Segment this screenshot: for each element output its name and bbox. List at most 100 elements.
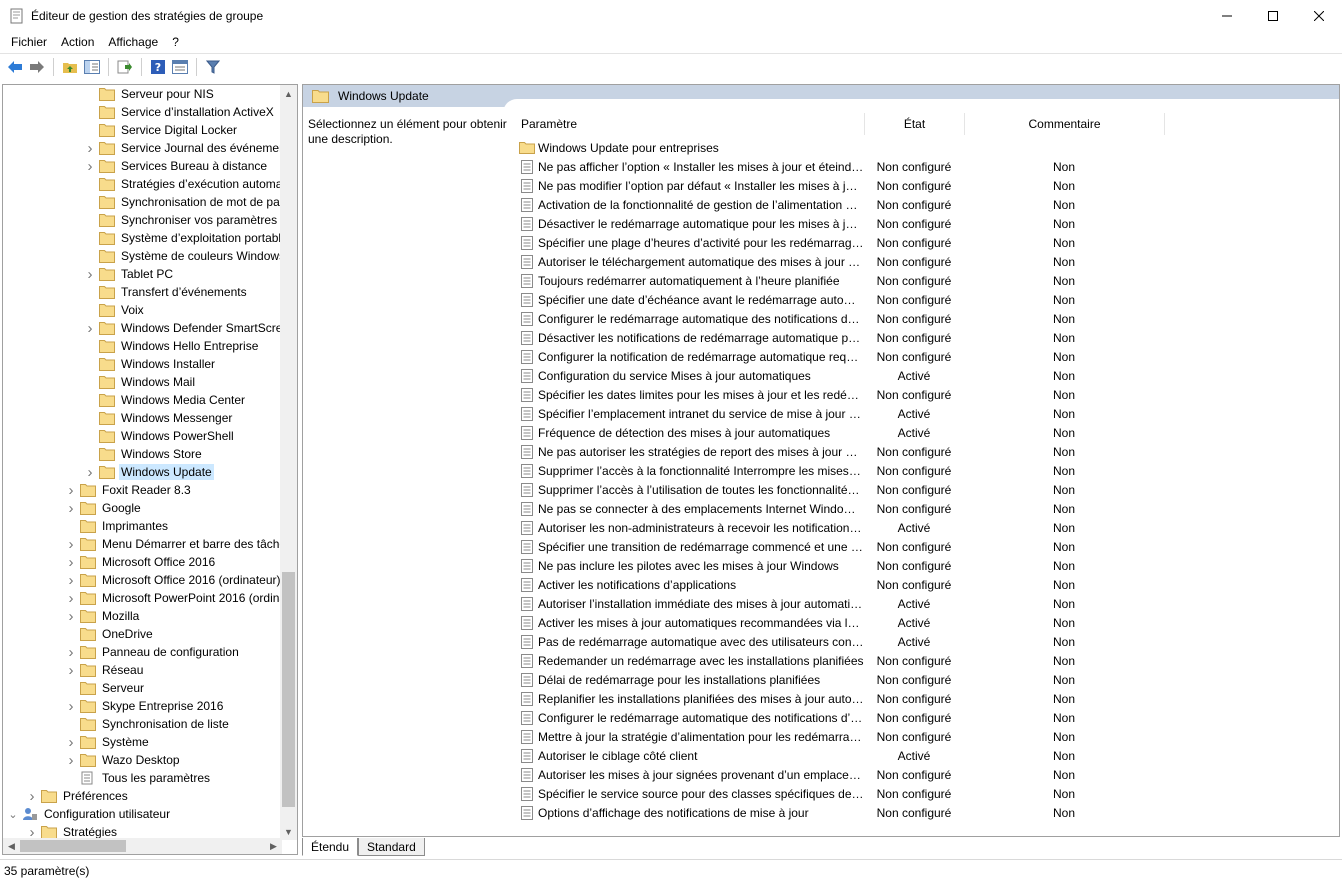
column-header-parametre[interactable]: Paramètre <box>515 113 865 135</box>
setting-row[interactable]: Replanifier les installations planifiées… <box>515 689 1164 708</box>
setting-row[interactable]: Délai de redémarrage pour les installati… <box>515 670 1164 689</box>
tree-item[interactable]: › Menu Démarrer et barre des tâches <box>65 535 283 553</box>
setting-row[interactable]: Autoriser le téléchargement automatique … <box>515 252 1164 271</box>
tree-item[interactable]: Serveur <box>65 679 146 697</box>
close-button[interactable] <box>1296 0 1342 31</box>
setting-row[interactable]: Fréquence de détection des mises à jour … <box>515 423 1164 442</box>
tree-item[interactable]: Windows Mail <box>84 373 197 391</box>
setting-row[interactable]: Ne pas afficher l’option « Installer les… <box>515 157 1164 176</box>
expand-chevron-icon[interactable]: › <box>65 589 77 607</box>
help-button[interactable]: ? <box>147 56 169 78</box>
up-level-button[interactable] <box>59 56 81 78</box>
expand-chevron-icon[interactable]: › <box>84 139 96 157</box>
menu-help[interactable]: ? <box>165 35 186 49</box>
column-header-etat[interactable]: État <box>865 113 965 135</box>
tree-item[interactable]: Windows Hello Entreprise <box>84 337 260 355</box>
setting-row[interactable]: Ne pas se connecter à des emplacements I… <box>515 499 1164 518</box>
minimize-button[interactable] <box>1204 0 1250 31</box>
tree-item[interactable]: › Système <box>65 733 151 751</box>
tree-item[interactable]: ⌄ Configuration utilisateur <box>7 805 172 823</box>
expand-chevron-icon[interactable]: › <box>84 319 96 337</box>
tree-item[interactable]: Service d’installation ActiveX <box>84 103 276 121</box>
setting-row[interactable]: Activation de la fonctionnalité de gesti… <box>515 195 1164 214</box>
tree-view[interactable]: Serveur pour NIS Service d’installation A… <box>3 85 282 840</box>
tree-item[interactable]: Windows PowerShell <box>84 427 236 445</box>
tree-item[interactable]: › Foxit Reader 8.3 <box>65 481 193 499</box>
expand-chevron-icon[interactable]: › <box>26 787 38 805</box>
setting-row[interactable]: Spécifier une plage d’heures d’activité … <box>515 233 1164 252</box>
setting-row[interactable]: Activer les mises à jour automatiques re… <box>515 613 1164 632</box>
setting-row[interactable]: Configurer le redémarrage automatique de… <box>515 708 1164 727</box>
tree-item[interactable]: Windows Messenger <box>84 409 234 427</box>
tree-item[interactable]: Synchronisation de liste <box>65 715 231 733</box>
tree-item[interactable]: › Services Bureau à distance <box>84 157 269 175</box>
setting-row[interactable]: Pas de redémarrage automatique avec des … <box>515 632 1164 651</box>
expand-chevron-icon[interactable]: › <box>65 499 77 517</box>
setting-row[interactable]: Configuration du service Mises à jour au… <box>515 366 1164 385</box>
tree-item[interactable]: Windows Installer <box>84 355 217 373</box>
tree-item[interactable]: › Mozilla <box>65 607 141 625</box>
folder-row-windows-update-entreprises[interactable]: Windows Update pour entreprises <box>515 138 864 157</box>
setting-row[interactable]: Mettre à jour la stratégie d’alimentatio… <box>515 727 1164 746</box>
tab-standard[interactable]: Standard <box>358 838 425 856</box>
tree-item[interactable]: › Réseau <box>65 661 145 679</box>
expand-chevron-icon[interactable]: › <box>65 661 77 679</box>
setting-row[interactable]: Supprimer l’accès à l’utilisation de tou… <box>515 480 1164 499</box>
setting-row[interactable]: Options d’affichage des notifications de… <box>515 803 1164 822</box>
properties-button[interactable] <box>169 56 191 78</box>
setting-row[interactable]: Spécifier les dates limites pour les mis… <box>515 385 1164 404</box>
tree-item[interactable]: Service Digital Locker <box>84 121 239 139</box>
setting-row[interactable]: Spécifier une transition de redémarrage … <box>515 537 1164 556</box>
tree-item[interactable]: › Wazo Desktop <box>65 751 182 769</box>
setting-row[interactable]: Redemander un redémarrage avec les insta… <box>515 651 1164 670</box>
setting-row[interactable]: Spécifier le service source pour des cla… <box>515 784 1164 803</box>
expand-chevron-icon[interactable]: › <box>84 265 96 283</box>
tree-item[interactable]: Système de couleurs Windows <box>84 247 282 265</box>
setting-row[interactable]: Configurer le redémarrage automatique de… <box>515 309 1164 328</box>
expand-chevron-icon[interactable]: › <box>65 535 77 553</box>
tree-item[interactable]: › Windows Update <box>84 463 214 481</box>
tree-item[interactable]: Synchroniser vos paramètres <box>84 211 279 229</box>
scroll-right-icon[interactable]: ▶ <box>265 838 282 854</box>
setting-row[interactable]: Configurer la notification de redémarrag… <box>515 347 1164 366</box>
expand-chevron-icon[interactable]: › <box>65 733 77 751</box>
tree-item[interactable]: Transfert d’événements <box>84 283 249 301</box>
setting-row[interactable]: Spécifier l’emplacement intranet du serv… <box>515 404 1164 423</box>
menu-fichier[interactable]: Fichier <box>4 35 54 49</box>
export-list-button[interactable] <box>114 56 136 78</box>
tree-item[interactable]: › Microsoft Office 2016 (ordinateur) <box>65 571 282 589</box>
tree-item[interactable]: Windows Media Center <box>84 391 247 409</box>
tree-item[interactable]: Voix <box>84 301 146 319</box>
setting-row[interactable]: Toujours redémarrer automatiquement à l’… <box>515 271 1164 290</box>
tree-item[interactable]: › Panneau de configuration <box>65 643 241 661</box>
menu-action[interactable]: Action <box>54 35 101 49</box>
maximize-button[interactable] <box>1250 0 1296 31</box>
tree-pane[interactable]: Serveur pour NIS Service d’installation A… <box>2 84 298 855</box>
column-header-commentaire[interactable]: Commentaire <box>965 113 1165 135</box>
filter-button[interactable] <box>202 56 224 78</box>
menu-affichage[interactable]: Affichage <box>101 35 165 49</box>
expand-chevron-icon[interactable]: › <box>65 697 77 715</box>
scroll-left-icon[interactable]: ◀ <box>3 838 20 854</box>
tree-horizontal-scrollbar[interactable]: ◀ ▶ <box>3 838 282 854</box>
tree-item[interactable]: › Service Journal des événements <box>84 139 283 157</box>
expand-chevron-icon[interactable]: › <box>84 157 96 175</box>
scroll-up-icon[interactable]: ▲ <box>280 85 297 102</box>
setting-row[interactable]: Ne pas autoriser les stratégies de repor… <box>515 442 1164 461</box>
scroll-thumb[interactable] <box>282 572 295 807</box>
expand-chevron-icon[interactable]: › <box>65 553 77 571</box>
expand-chevron-icon[interactable]: › <box>65 571 77 589</box>
setting-row[interactable]: Désactiver le redémarrage automatique po… <box>515 214 1164 233</box>
setting-row[interactable]: Autoriser les mises à jour signées prove… <box>515 765 1164 784</box>
expand-chevron-icon[interactable]: › <box>84 463 96 481</box>
tree-item[interactable]: Système d’exploitation portable <box>84 229 282 247</box>
setting-row[interactable]: Ne pas modifier l’option par défaut « In… <box>515 176 1164 195</box>
tree-item[interactable]: › Tablet PC <box>84 265 175 283</box>
setting-row[interactable]: Spécifier une date d’échéance avant le r… <box>515 290 1164 309</box>
back-button[interactable] <box>4 56 26 78</box>
expand-chevron-icon[interactable]: › <box>65 481 77 499</box>
tree-item[interactable]: › Microsoft Office 2016 <box>65 553 217 571</box>
tab-etendu[interactable]: Étendu <box>302 838 359 856</box>
show-hide-tree-button[interactable] <box>81 56 103 78</box>
setting-row[interactable]: Activer les notifications d’applications… <box>515 575 1164 594</box>
